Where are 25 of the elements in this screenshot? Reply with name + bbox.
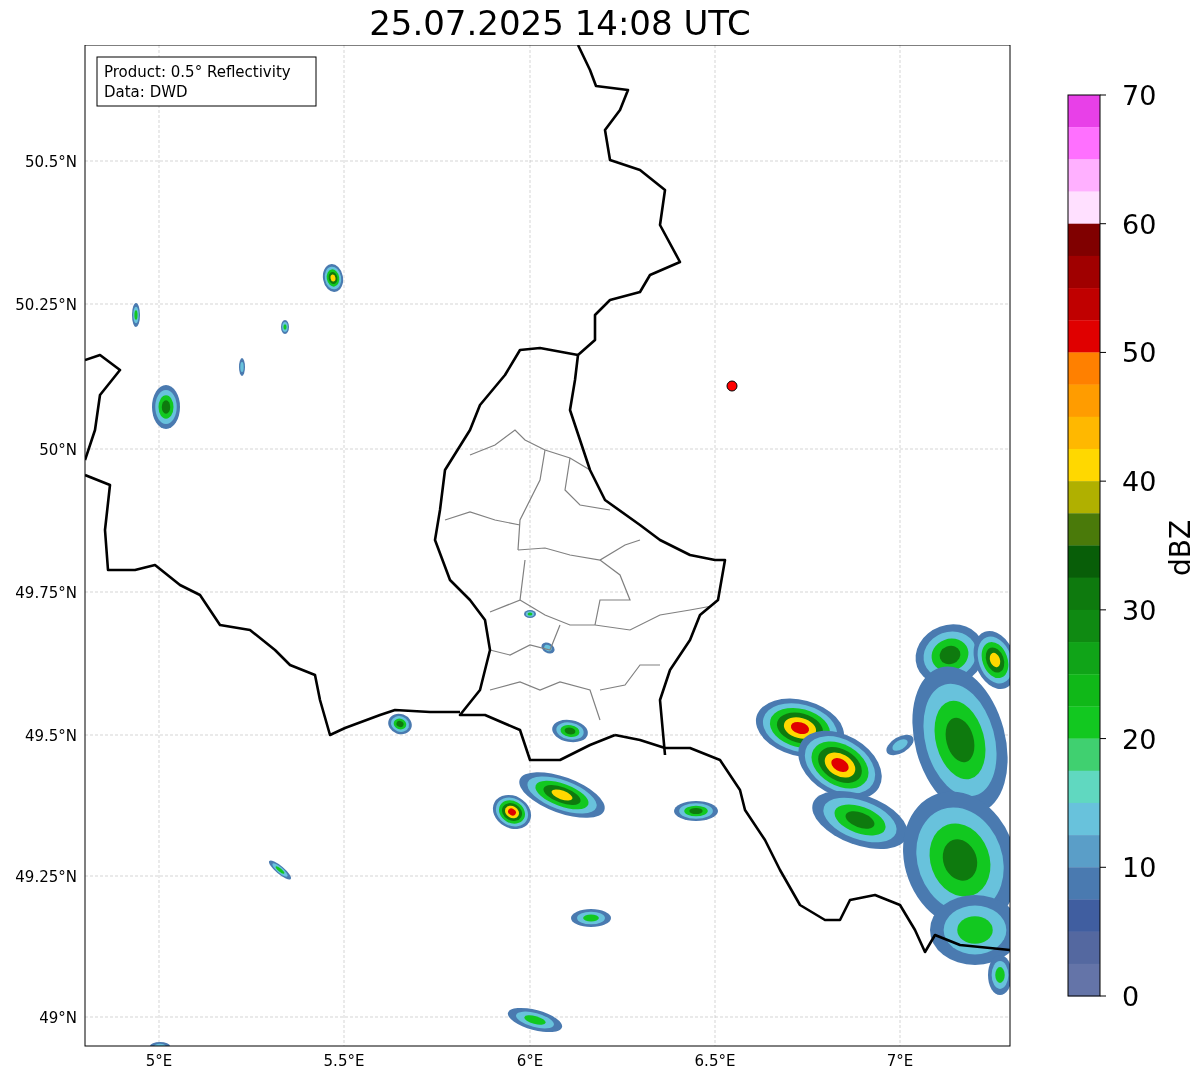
colorbar-tick-label: 10 <box>1122 852 1157 884</box>
latitude-label: 50.5°N <box>24 153 77 171</box>
colorbar-label: dBZ <box>1164 519 1197 577</box>
latitude-label: 50°N <box>39 441 77 459</box>
colorbar-tick-label: 50 <box>1122 337 1157 369</box>
longitude-label: 5.5°E <box>323 1052 365 1070</box>
longitude-label: 5°E <box>145 1052 173 1070</box>
longitude-label: 7°E <box>886 1052 914 1070</box>
latitude-label: 49.75°N <box>15 584 77 602</box>
latitude-label: 50.25°N <box>15 296 77 314</box>
colorbar-tick-label: 20 <box>1122 723 1157 755</box>
colorbar-tick-label: 70 <box>1122 80 1157 111</box>
colorbar-tick-label: 30 <box>1122 594 1157 626</box>
info-text: Product: 0.5° Reflectivity <box>104 63 291 81</box>
info-text: Data: DWD <box>104 83 188 101</box>
chart-title: 25.07.2025 14:08 UTC <box>368 1 752 45</box>
longitude-label: 6°E <box>516 1052 544 1070</box>
longitude-label: 6.5°E <box>694 1052 736 1070</box>
latitude-label: 49.5°N <box>24 727 77 745</box>
latitude-label: 49.25°N <box>15 868 77 886</box>
latitude-label: 49°N <box>39 1009 77 1027</box>
colorbar-tick-label: 0 <box>1122 981 1140 1012</box>
colorbar-tick-label: 40 <box>1122 466 1157 498</box>
colorbar-tick-label: 60 <box>1122 208 1157 240</box>
location-marker <box>726 380 738 392</box>
